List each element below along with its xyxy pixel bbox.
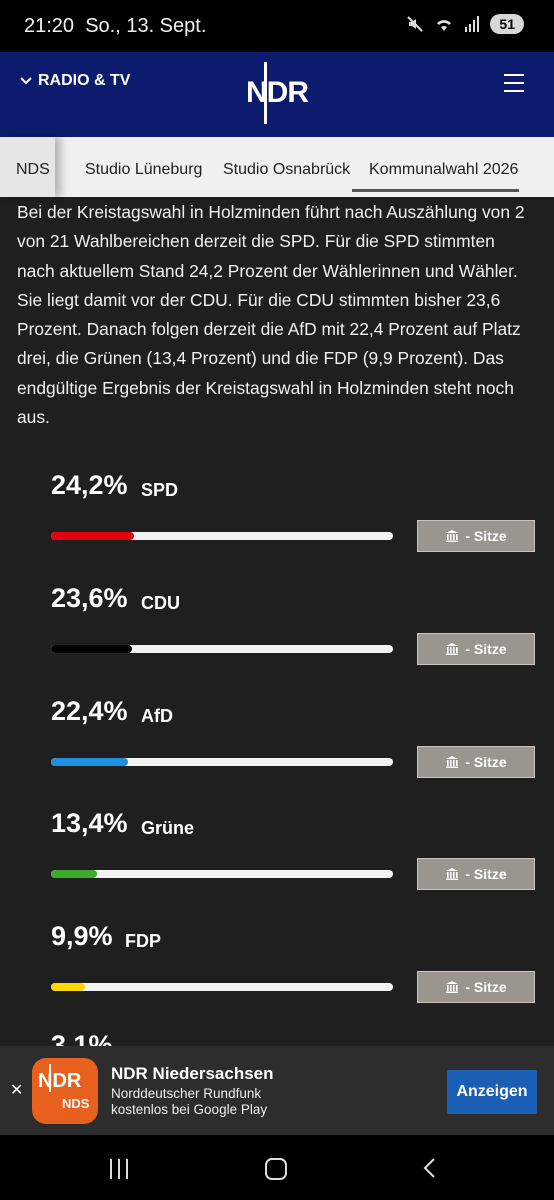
result-bar-track [51, 758, 393, 766]
close-icon[interactable]: ✕ [10, 1080, 23, 1100]
sitze-button[interactable]: - Sitze [417, 971, 535, 1003]
result-row: 13,4% Grüne - Sitze [0, 808, 554, 918]
recents-icon[interactable] [110, 1159, 128, 1179]
sitze-label: - Sitze [465, 866, 507, 882]
sitze-label: - Sitze [465, 979, 507, 995]
tab-studio-lueneburg[interactable]: Studio Lüneburg [85, 161, 202, 179]
banner-subtitle: Norddeutscher Rundfunk [111, 1086, 262, 1101]
result-row: 9,9% FDP - Sitze [0, 921, 554, 1031]
sitze-label: - Sitze [465, 528, 507, 544]
result-row: 23,6% CDU - Sitze [0, 583, 554, 693]
sitze-button[interactable]: - Sitze [417, 633, 535, 665]
ndr-app-icon: NDR NDS [32, 1058, 98, 1124]
result-bar-track [51, 532, 393, 540]
battery-indicator: 51 [490, 14, 524, 34]
result-bar-fill [51, 758, 128, 766]
radio-tv-menu[interactable]: RADIO & TV [20, 72, 130, 90]
result-bar-fill [51, 532, 134, 540]
app-icon-ndr: NDR [38, 1070, 82, 1092]
status-icons: 51 [406, 14, 524, 34]
result-party: CDU [141, 593, 180, 613]
status-bar: 21:20 So., 13. Sept. 51 [0, 0, 554, 52]
sitze-label: - Sitze [465, 754, 507, 770]
result-percent: 23,6% [51, 583, 128, 613]
signal-icon [465, 16, 480, 32]
article-text: Bei der Kreistagswahl in Holzminden führ… [17, 202, 525, 428]
ndr-header: RADIO & TV NDR [0, 52, 554, 137]
sitze-button[interactable]: - Sitze [417, 746, 535, 778]
system-nav-bar [0, 1135, 554, 1200]
banner-subtitle-store: kostenlos bei Google Play [111, 1102, 268, 1117]
home-icon[interactable] [265, 1158, 287, 1180]
region-tabs: NDS Studio Lüneburg Studio Osnabrück Kom… [0, 137, 554, 197]
banner-title: NDR Niedersachsen [111, 1064, 274, 1083]
sitze-button[interactable]: - Sitze [417, 858, 535, 890]
result-bar-track [51, 645, 393, 653]
result-row: 22,4% AfD - Sitze [0, 696, 554, 806]
radio-tv-label: RADIO & TV [38, 72, 131, 89]
result-bar-fill [51, 870, 97, 878]
result-bar-track [51, 983, 393, 991]
tab-nds[interactable]: NDS [0, 137, 55, 197]
ndr-logo[interactable]: NDR [246, 62, 309, 124]
chevron-down-icon [20, 77, 32, 85]
result-party: AfD [141, 706, 173, 726]
result-bar-fill [51, 983, 85, 991]
tab-studio-osnabrueck[interactable]: Studio Osnabrück [223, 161, 350, 179]
sitze-button[interactable]: - Sitze [417, 520, 535, 552]
result-party: SPD [141, 480, 179, 500]
result-party: Grüne [141, 818, 195, 838]
logo-text: NDR [246, 76, 309, 109]
result-percent: 9,9% [51, 921, 113, 951]
result-bar-track [51, 870, 393, 878]
anzeigen-button[interactable]: Anzeigen [447, 1070, 537, 1114]
parliament-icon [446, 868, 459, 880]
status-time: 21:20 So., 13. Sept. [24, 14, 207, 37]
result-percent: 22,4% [51, 696, 128, 726]
parliament-icon [446, 530, 459, 542]
mute-icon [407, 16, 424, 32]
result-row: 24,2% SPD - Sitze [0, 470, 554, 580]
result-percent: 13,4% [51, 808, 128, 838]
result-bar-fill [51, 645, 132, 653]
result-party: FDP [125, 931, 161, 951]
active-tab-indicator [352, 189, 519, 192]
parliament-icon [446, 756, 459, 768]
back-icon[interactable] [422, 1157, 436, 1179]
parliament-icon [446, 981, 459, 993]
parliament-icon [446, 643, 459, 655]
sitze-label: - Sitze [465, 641, 507, 657]
hamburger-menu-icon[interactable] [504, 74, 524, 98]
app-icon-nds: NDS [62, 1096, 90, 1111]
result-percent: 24,2% [51, 470, 128, 500]
app-install-banner: ✕ NDR NDS NDR Niedersachsen Norddeutsche… [0, 1046, 554, 1135]
wifi-icon [437, 20, 452, 31]
tab-kommunalwahl-2026[interactable]: Kommunalwahl 2026 [369, 161, 518, 179]
